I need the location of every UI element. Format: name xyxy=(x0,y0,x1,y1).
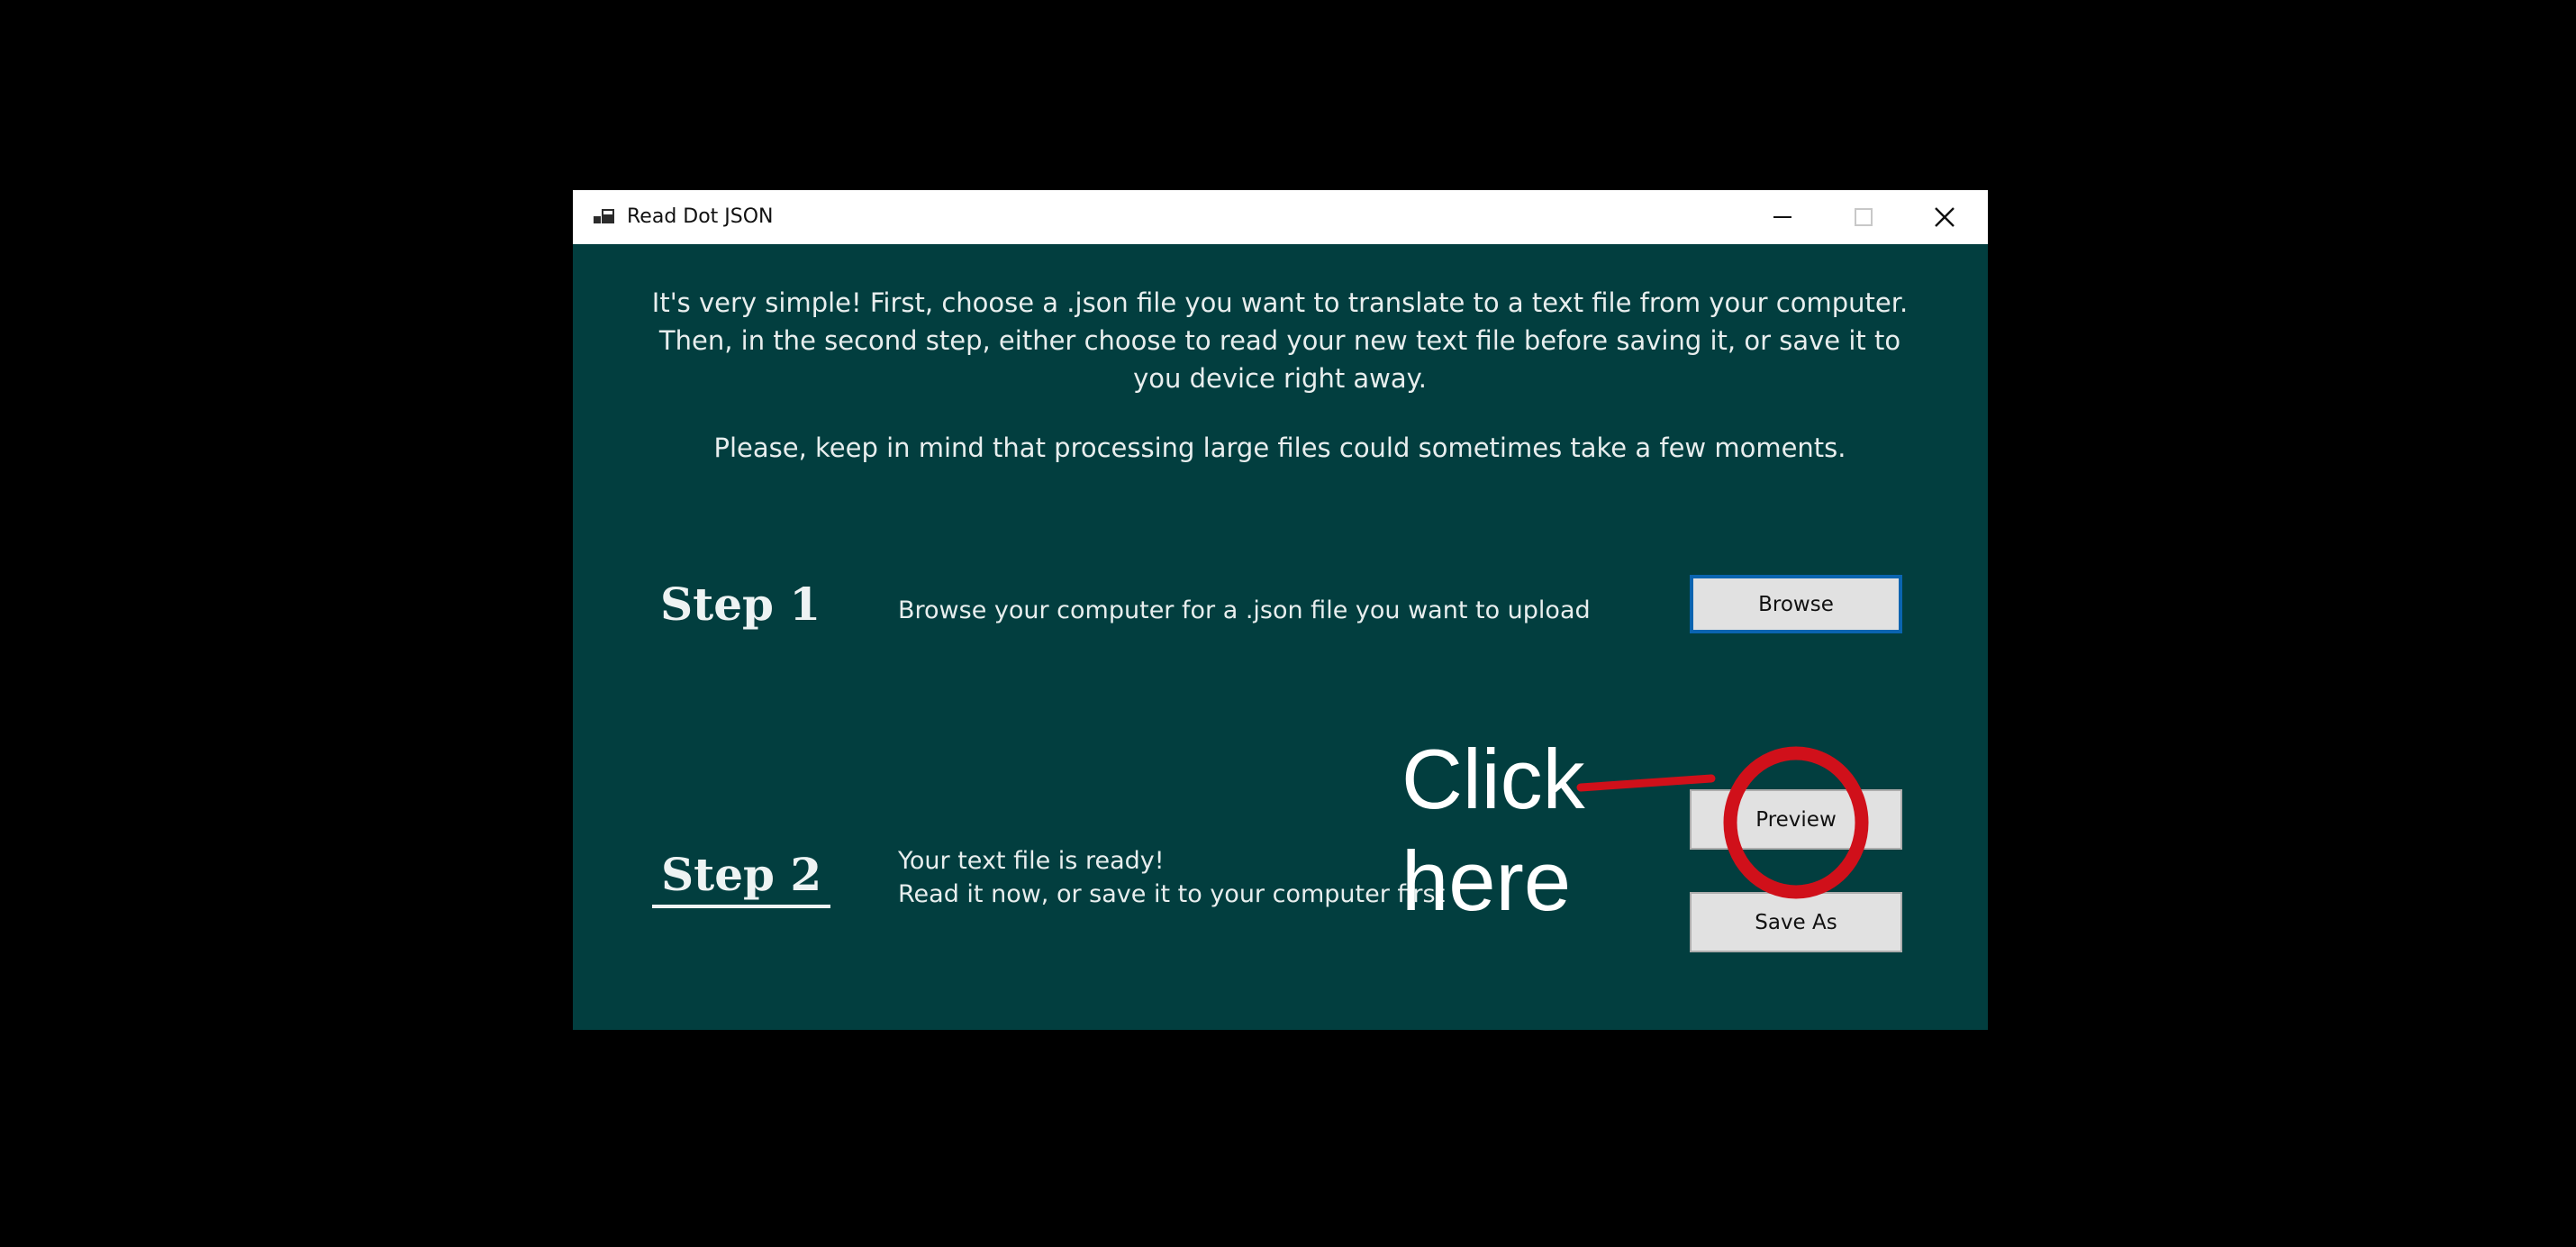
intro-line: It's very simple! First, choose a .json … xyxy=(651,287,1909,318)
intro-line: you device right away. xyxy=(1133,363,1427,394)
save-as-button[interactable]: Save As xyxy=(1690,892,1902,952)
annotation-line1: Click xyxy=(1401,732,1585,826)
minimize-icon xyxy=(1773,216,1791,218)
app-icon xyxy=(594,209,614,223)
intro-line: Then, in the second step, either choose … xyxy=(658,325,1901,356)
click-here-annotation: Click here xyxy=(1401,728,1609,932)
step2-description-line1: Your text file is ready! xyxy=(898,847,1165,875)
title-bar[interactable]: Read Dot JSON xyxy=(573,190,1988,244)
processing-note: Please, keep in mind that processing lar… xyxy=(713,432,1846,463)
maximize-icon xyxy=(1855,208,1873,226)
step2-description-line2: Read it now, or save it to your computer… xyxy=(898,880,1446,908)
app-window: Read Dot JSON It's very simple! First, c… xyxy=(573,190,1988,1030)
browse-button[interactable]: Browse xyxy=(1690,575,1902,633)
close-icon xyxy=(1935,207,1955,227)
intro-text: It's very simple! First, choose a .json … xyxy=(609,284,1951,397)
maximize-button[interactable] xyxy=(1823,190,1904,244)
close-button[interactable] xyxy=(1904,190,1985,244)
step2-heading: Step 2 xyxy=(652,848,831,908)
minimize-button[interactable] xyxy=(1742,190,1823,244)
step1-description: Browse your computer for a .json file yo… xyxy=(898,596,1591,624)
window-title: Read Dot JSON xyxy=(627,205,774,228)
step1-heading: Step 1 xyxy=(660,578,821,631)
annotation-line2: here xyxy=(1401,833,1572,928)
preview-button[interactable]: Preview xyxy=(1690,789,1902,850)
